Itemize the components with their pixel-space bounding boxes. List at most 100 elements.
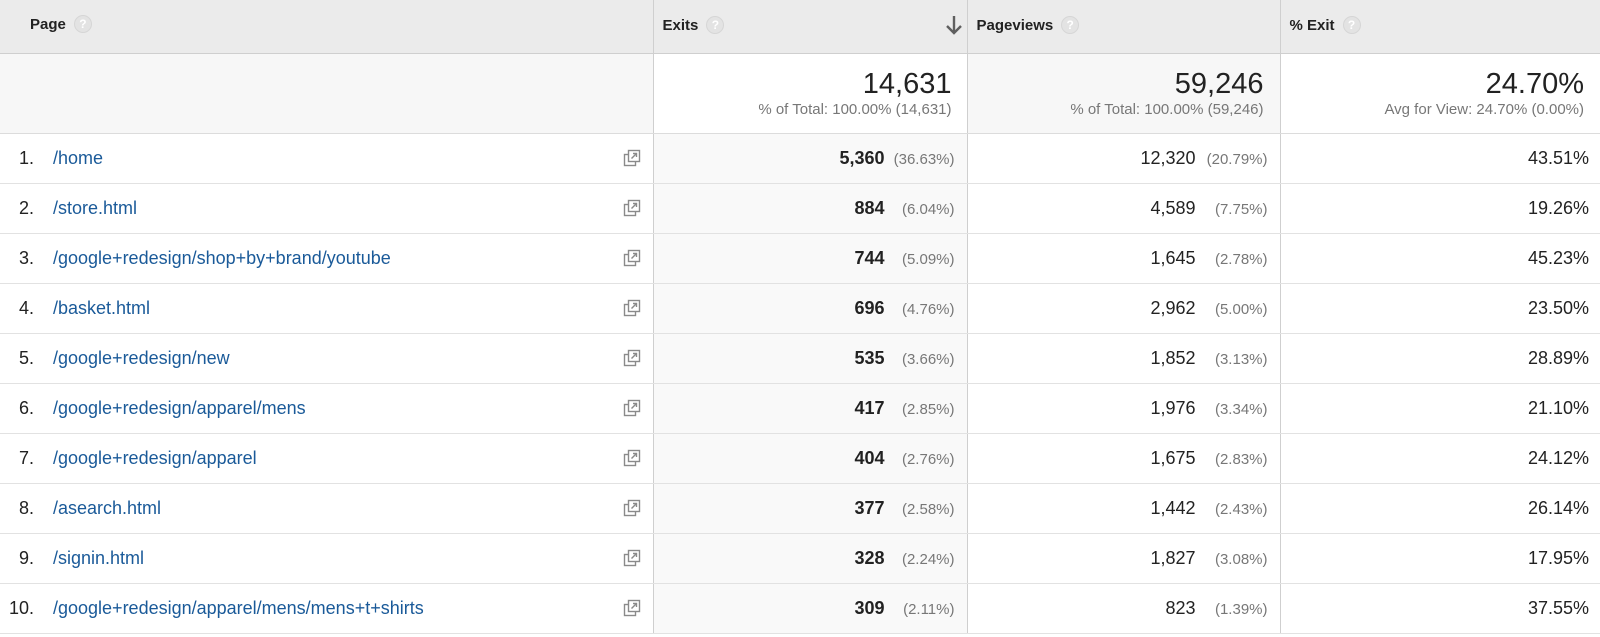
exits-value: 377	[854, 497, 885, 518]
table-row: 1. /home 5,360 (36.63%) 12,320 (20.79%) 43.…	[0, 133, 1600, 184]
help-icon[interactable]: ?	[1342, 16, 1361, 35]
pageviews-share: (3.08%)	[1214, 550, 1268, 568]
page-cell: 8. /asearch.html	[0, 483, 653, 534]
pageviews-value: 1,827	[1150, 547, 1196, 568]
pageviews-value: 1,675	[1150, 447, 1196, 468]
pageviews-value: 1,442	[1150, 497, 1196, 518]
exits-cell: 5,360 (36.63%)	[652, 133, 967, 184]
page-cell: 7. /google+redesign/apparel	[0, 433, 653, 484]
table-row: 6. /google+redesign/apparel/mens 417 (2.85…	[0, 383, 1600, 434]
pageviews-share: (2.83%)	[1214, 450, 1268, 468]
exit-pct-value: 43.51%	[1527, 147, 1589, 168]
open-in-new-window-icon[interactable]	[623, 449, 641, 467]
open-in-new-window-icon[interactable]	[623, 199, 641, 217]
totals-exits-cell: 14,631 % of Total: 100.00% (14,631)	[652, 53, 967, 134]
row-rank: 3.	[18, 247, 34, 268]
exits-share: (3.66%)	[901, 350, 955, 368]
open-in-new-window-icon[interactable]	[623, 499, 641, 517]
pageviews-cell: 823 (1.39%)	[966, 583, 1280, 634]
page-link[interactable]: /google+redesign/new	[53, 348, 230, 368]
pageviews-share: (3.13%)	[1214, 350, 1268, 368]
sort-descending-icon[interactable]	[945, 13, 963, 37]
pageviews-cell: 1,852 (3.13%)	[966, 333, 1280, 384]
table-row: 7. /google+redesign/apparel 404 (2.76%) 1,…	[0, 433, 1600, 484]
exit-pct-cell: 26.14%	[1279, 483, 1600, 534]
help-icon[interactable]: ?	[73, 15, 92, 34]
open-in-new-window-icon[interactable]	[623, 349, 641, 367]
row-rank: 10.	[8, 597, 34, 618]
exit-pct-value: 37.55%	[1527, 597, 1589, 618]
pageviews-value: 2,962	[1150, 297, 1196, 318]
page-link[interactable]: /google+redesign/apparel/mens	[53, 398, 306, 418]
open-in-new-window-icon[interactable]	[623, 149, 641, 167]
totals-pageviews-cell: 59,246 % of Total: 100.00% (59,246)	[966, 53, 1280, 134]
exits-cell: 744 (5.09%)	[652, 233, 967, 284]
table-row: 5. /google+redesign/new 535 (3.66%) 1,852 (…	[0, 333, 1600, 384]
pageviews-cell: 12,320 (20.79%)	[966, 133, 1280, 184]
table-row: 4. /basket.html 696 (4.76%) 2,962 (5.00%) 2…	[0, 283, 1600, 334]
exits-value: 309	[854, 597, 885, 618]
page-link[interactable]: /store.html	[53, 198, 137, 218]
exits-value: 884	[854, 197, 885, 218]
open-in-new-window-icon[interactable]	[623, 249, 641, 267]
help-icon[interactable]: ?	[706, 16, 725, 35]
open-in-new-window-icon[interactable]	[623, 599, 641, 617]
row-rank: 9.	[18, 547, 34, 568]
row-rank: 4.	[18, 297, 34, 318]
column-header-page-label: Page	[30, 16, 66, 33]
totals-exit-pct-value: 24.70%	[1485, 67, 1584, 100]
page-cell: 4. /basket.html	[0, 283, 653, 334]
exits-cell: 377 (2.58%)	[652, 483, 967, 534]
page-cell: 1. /home	[0, 133, 653, 184]
exits-share: (4.76%)	[901, 300, 955, 318]
exits-cell: 328 (2.24%)	[652, 533, 967, 584]
exit-pct-value: 26.14%	[1527, 497, 1589, 518]
row-rank: 6.	[18, 397, 34, 418]
open-in-new-window-icon[interactable]	[623, 399, 641, 417]
open-in-new-window-icon[interactable]	[623, 299, 641, 317]
exits-cell: 417 (2.85%)	[652, 383, 967, 434]
row-rank: 1.	[18, 147, 34, 168]
column-header-exit-pct[interactable]: % Exit?	[1279, 0, 1600, 54]
exits-value: 535	[854, 347, 885, 368]
column-header-pageviews[interactable]: Pageviews?	[966, 0, 1280, 54]
help-icon[interactable]: ?	[1061, 16, 1080, 35]
column-header-exit-pct-label: % Exit	[1289, 17, 1335, 35]
page-link[interactable]: /google+redesign/shop+by+brand/youtube	[53, 248, 391, 268]
page-link[interactable]: /google+redesign/apparel/mens/mens+t+shi…	[53, 598, 424, 618]
pageviews-value: 1,976	[1150, 397, 1196, 418]
exit-pct-cell: 17.95%	[1279, 533, 1600, 584]
pageviews-cell: 2,962 (5.00%)	[966, 283, 1280, 334]
table-row: 2. /store.html 884 (6.04%) 4,589 (7.75%) 19…	[0, 183, 1600, 234]
page-link[interactable]: /signin.html	[53, 548, 144, 568]
totals-exit-pct-cell: 24.70% Avg for View: 24.70% (0.00%)	[1279, 53, 1600, 134]
page-link[interactable]: /home	[53, 148, 103, 168]
page-link[interactable]: /basket.html	[53, 298, 150, 318]
row-rank: 7.	[18, 447, 34, 468]
exits-share: (6.04%)	[901, 200, 955, 218]
open-in-new-window-icon[interactable]	[623, 549, 641, 567]
page-cell: 9. /signin.html	[0, 533, 653, 584]
pageviews-cell: 1,645 (2.78%)	[966, 233, 1280, 284]
page-link[interactable]: /google+redesign/apparel	[53, 448, 257, 468]
exit-pct-cell: 45.23%	[1279, 233, 1600, 284]
exits-value: 404	[854, 447, 885, 468]
exit-pct-value: 19.26%	[1527, 197, 1589, 218]
exit-pct-value: 21.10%	[1527, 397, 1589, 418]
exits-value: 744	[854, 247, 885, 268]
exits-cell: 535 (3.66%)	[652, 333, 967, 384]
column-header-exits[interactable]: Exits?	[652, 0, 967, 54]
exit-pct-cell: 28.89%	[1279, 333, 1600, 384]
exits-share: (2.11%)	[903, 600, 955, 618]
page-cell: 6. /google+redesign/apparel/mens	[0, 383, 653, 434]
exits-value: 696	[854, 297, 885, 318]
exit-pct-value: 45.23%	[1527, 247, 1589, 268]
column-header-page[interactable]: Page?	[0, 0, 653, 54]
exit-pct-cell: 19.26%	[1279, 183, 1600, 234]
pageviews-cell: 1,442 (2.43%)	[966, 483, 1280, 534]
exit-pct-cell: 43.51%	[1279, 133, 1600, 184]
totals-pageviews-sub: % of Total: 100.00% (59,246)	[1070, 100, 1264, 118]
page-link[interactable]: /asearch.html	[53, 498, 161, 518]
table-row: 9. /signin.html 328 (2.24%) 1,827 (3.08%) 1…	[0, 533, 1600, 584]
column-header-pageviews-label: Pageviews	[976, 17, 1054, 35]
